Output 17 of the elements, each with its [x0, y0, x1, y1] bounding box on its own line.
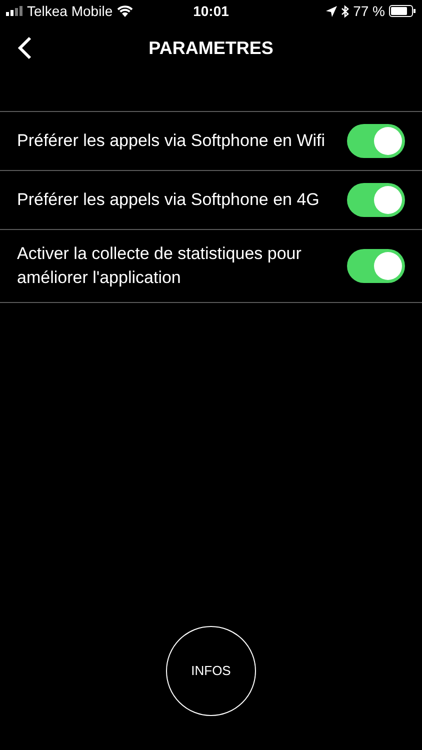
infos-button[interactable]: INFOS [166, 626, 256, 716]
toggle-switch[interactable] [347, 124, 405, 158]
page-title: PARAMETRES [148, 36, 274, 60]
setting-label: Préférer les appels via Softphone en Wifi [17, 130, 326, 152]
battery-percent: 77 % [353, 2, 385, 20]
signal-icon [6, 6, 23, 16]
battery-icon [389, 5, 416, 17]
setting-label: Préférer les appels via Softphone en 4G [17, 189, 320, 211]
clock-time: 10:01 [193, 2, 229, 20]
back-chevron-icon[interactable] [17, 36, 32, 60]
location-arrow-icon [326, 6, 338, 16]
wifi-icon [116, 5, 133, 17]
setting-label: Activer la collecte de statistiques pour améliorer l'application [17, 243, 302, 289]
toggle-switch[interactable] [347, 183, 405, 217]
carrier-name: Telkea Mobile [27, 2, 113, 20]
bluetooth-icon [341, 4, 350, 18]
toggle-switch[interactable] [347, 249, 405, 283]
